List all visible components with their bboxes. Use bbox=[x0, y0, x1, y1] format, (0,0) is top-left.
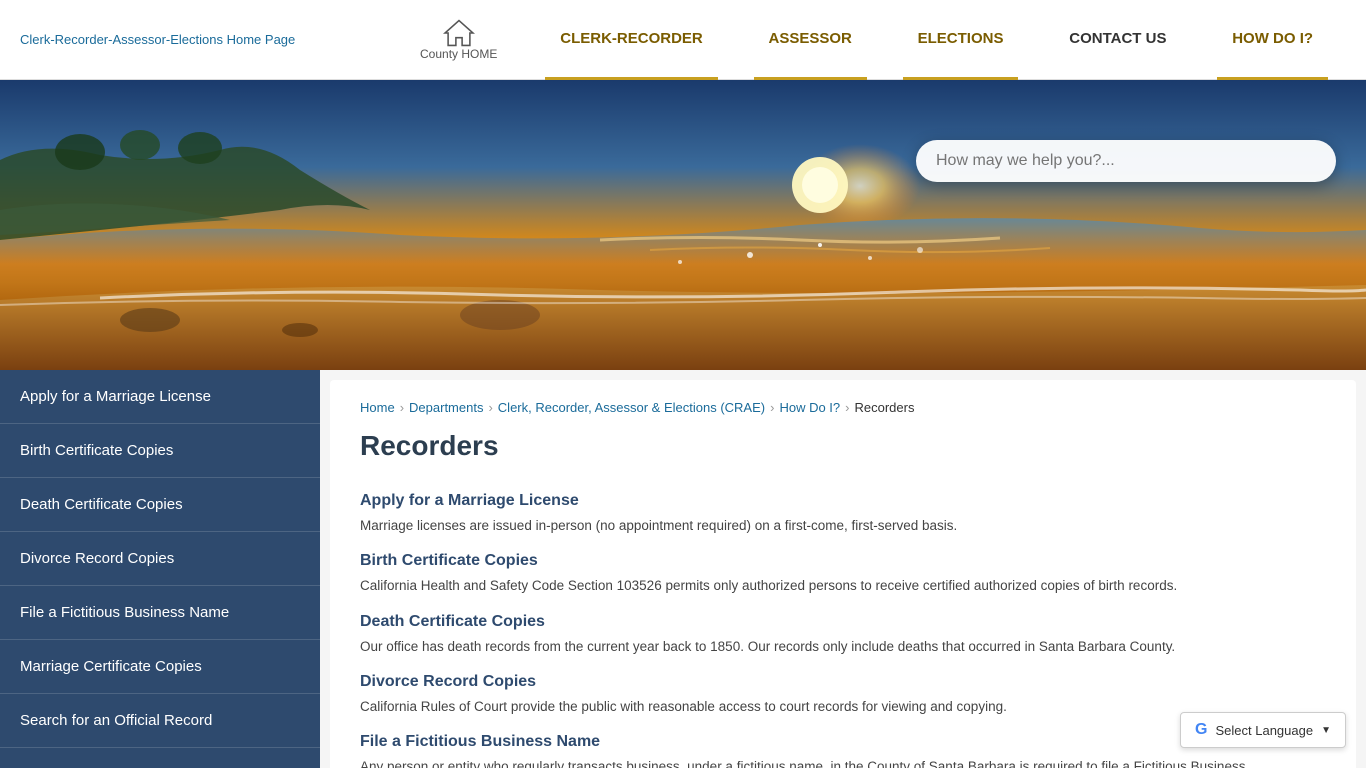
breadcrumb-sep-2: › bbox=[488, 400, 492, 415]
nav-clerk-recorder[interactable]: CLERK-RECORDER bbox=[545, 0, 718, 80]
main-layout: Apply for a Marriage License Birth Certi… bbox=[0, 370, 1366, 768]
translate-widget[interactable]: G Select Language ▼ bbox=[1180, 712, 1346, 748]
home-icon bbox=[443, 19, 475, 47]
logo-link[interactable]: Clerk-Recorder-Assessor-Elections Home P… bbox=[20, 32, 295, 47]
content-inner: Home › Departments › Clerk, Recorder, As… bbox=[330, 380, 1356, 768]
section-birth-cert: Birth Certificate Copies California Heal… bbox=[360, 552, 1326, 596]
sidebar-item-marriage-license[interactable]: Apply for a Marriage License bbox=[0, 370, 320, 424]
nav-how-do-i[interactable]: HOW DO I? bbox=[1217, 0, 1328, 80]
nav-elections[interactable]: ELECTIONS bbox=[903, 0, 1019, 80]
breadcrumb-current: Recorders bbox=[855, 400, 915, 415]
breadcrumb-crae[interactable]: Clerk, Recorder, Assessor & Elections (C… bbox=[498, 400, 765, 415]
section-title-birth-cert[interactable]: Birth Certificate Copies bbox=[360, 552, 1326, 570]
logo-area: Clerk-Recorder-Assessor-Elections Home P… bbox=[20, 31, 420, 49]
main-nav: CLERK-RECORDER ASSESSOR ELECTIONS CONTAC… bbox=[527, 0, 1346, 80]
breadcrumb-sep-3: › bbox=[770, 400, 774, 415]
page-title: Recorders bbox=[360, 430, 1326, 472]
sidebar-item-divorce-record[interactable]: Divorce Record Copies bbox=[0, 532, 320, 586]
search-wrapper bbox=[916, 140, 1336, 182]
home-label: County HOME bbox=[420, 47, 497, 61]
sidebar-item-official-record[interactable]: Search for an Official Record bbox=[0, 694, 320, 748]
nav-assessor[interactable]: ASSESSOR bbox=[754, 0, 867, 80]
section-title-divorce-record[interactable]: Divorce Record Copies bbox=[360, 673, 1326, 691]
beach-image bbox=[0, 80, 1366, 370]
breadcrumb-home[interactable]: Home bbox=[360, 400, 395, 415]
sidebar-item-fictitious-business[interactable]: File a Fictitious Business Name bbox=[0, 586, 320, 640]
section-marriage-license: Apply for a Marriage License Marriage li… bbox=[360, 492, 1326, 536]
content-area: Home › Departments › Clerk, Recorder, As… bbox=[320, 370, 1366, 768]
breadcrumb: Home › Departments › Clerk, Recorder, As… bbox=[360, 400, 1326, 415]
header: Clerk-Recorder-Assessor-Elections Home P… bbox=[0, 0, 1366, 80]
breadcrumb-departments[interactable]: Departments bbox=[409, 400, 483, 415]
search-input[interactable] bbox=[936, 152, 1316, 170]
hero-search-area bbox=[916, 140, 1336, 182]
translate-icon: G bbox=[1195, 721, 1207, 739]
hero-banner bbox=[0, 80, 1366, 370]
breadcrumb-how-do-i[interactable]: How Do I? bbox=[779, 400, 840, 415]
sidebar-item-birth-cert[interactable]: Birth Certificate Copies bbox=[0, 424, 320, 478]
sidebar: Apply for a Marriage License Birth Certi… bbox=[0, 370, 320, 768]
section-desc-birth-cert: California Health and Safety Code Sectio… bbox=[360, 576, 1326, 596]
section-title-marriage-license[interactable]: Apply for a Marriage License bbox=[360, 492, 1326, 510]
sidebar-item-marriage-cert[interactable]: Marriage Certificate Copies bbox=[0, 640, 320, 694]
section-desc-marriage-license: Marriage licenses are issued in-person (… bbox=[360, 516, 1326, 536]
breadcrumb-sep-4: › bbox=[845, 400, 849, 415]
section-title-death-cert[interactable]: Death Certificate Copies bbox=[360, 613, 1326, 631]
nav-contact-us[interactable]: CONTACT US bbox=[1054, 0, 1181, 80]
sidebar-item-death-cert[interactable]: Death Certificate Copies bbox=[0, 478, 320, 532]
section-divorce-record: Divorce Record Copies California Rules o… bbox=[360, 673, 1326, 717]
breadcrumb-sep-1: › bbox=[400, 400, 404, 415]
section-desc-death-cert: Our office has death records from the cu… bbox=[360, 637, 1326, 657]
translate-label: Select Language bbox=[1216, 723, 1314, 738]
section-death-cert: Death Certificate Copies Our office has … bbox=[360, 613, 1326, 657]
home-nav[interactable]: County HOME bbox=[420, 19, 497, 61]
translate-chevron-icon: ▼ bbox=[1321, 725, 1331, 736]
section-desc-fictitious-business: Any person or entity who regularly trans… bbox=[360, 757, 1326, 768]
